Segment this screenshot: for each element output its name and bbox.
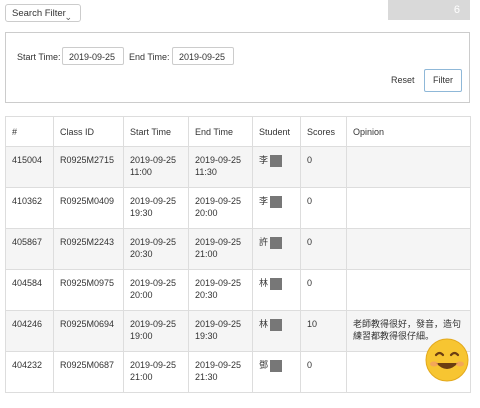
cell-start-time: 2019-09-25 19:30 (123, 187, 189, 229)
cell-class-id: R0925M0409 (53, 187, 124, 229)
cell-score: 0 (300, 351, 347, 393)
cell-opinion (346, 269, 471, 311)
cell-student: 李 (252, 146, 301, 188)
table-row[interactable]: 404246 R0925M0694 2019-09-25 19:00 2019-09-2… (5, 310, 471, 352)
table-header-row: # Class ID Start Time End Time Student S… (5, 116, 471, 147)
cell-student: 鄧 (252, 351, 301, 393)
header-class-id[interactable]: Class ID (53, 116, 124, 147)
cell-class-id: R0925M0975 (53, 269, 124, 311)
search-filter-button[interactable]: Search Filter ⌄ (5, 4, 81, 22)
cell-end-time: 2019-09-25 20:00 (188, 187, 253, 229)
table-row[interactable]: 405867 R0925M2243 2019-09-25 20:30 2019-09-2… (5, 228, 471, 270)
cell-end-time: 2019-09-25 21:00 (188, 228, 253, 270)
cell-student: 許 (252, 228, 301, 270)
table-row[interactable]: 404232 R0925M0687 2019-09-25 21:00 2019-09-2… (5, 351, 471, 393)
search-filter-label: Search Filter (12, 8, 66, 19)
cell-number: 410362 (5, 187, 54, 229)
cell-score: 0 (300, 187, 347, 229)
cell-end-time: 2019-09-25 11:30 (188, 146, 253, 188)
table-row[interactable]: 404584 R0925M0975 2019-09-25 20:00 2019-09-2… (5, 269, 471, 311)
cell-start-time: 2019-09-25 19:00 (123, 310, 189, 352)
redacted-name (270, 236, 283, 249)
header-number[interactable]: # (5, 116, 54, 147)
cell-number: 404246 (5, 310, 54, 352)
redacted-name (270, 359, 283, 372)
start-time-label: Start Time: (17, 52, 61, 62)
redacted-name (270, 277, 283, 290)
redacted-name (270, 195, 283, 208)
cell-student: 李 (252, 187, 301, 229)
cell-number: 415004 (5, 146, 54, 188)
class-records-table: # Class ID Start Time End Time Student S… (5, 116, 471, 393)
cell-score: 10 (300, 310, 347, 352)
cell-number: 404232 (5, 351, 54, 393)
start-time-input[interactable]: 2019-09-25 (62, 47, 124, 65)
cell-end-time: 2019-09-25 19:30 (188, 310, 253, 352)
table-row[interactable]: 410362 R0925M0409 2019-09-25 19:30 2019-09-2… (5, 187, 471, 229)
cell-number: 404584 (5, 269, 54, 311)
cell-start-time: 2019-09-25 21:00 (123, 351, 189, 393)
cell-class-id: R0925M0687 (53, 351, 124, 393)
cell-start-time: 2019-09-25 20:30 (123, 228, 189, 270)
table-row[interactable]: 415004 R0925M2715 2019-09-25 11:00 2019-09-2… (5, 146, 471, 188)
reset-button[interactable]: Reset (391, 75, 415, 85)
cell-class-id: R0925M2715 (53, 146, 124, 188)
header-end-time[interactable]: End Time (188, 116, 253, 147)
smiling-face-icon (425, 338, 469, 382)
cell-student: 林 (252, 310, 301, 352)
cell-student: 林 (252, 269, 301, 311)
filter-panel: Start Time: 2019-09-25 End Time: 2019-09… (5, 32, 470, 103)
header-student[interactable]: Student (252, 116, 301, 147)
cell-score: 0 (300, 269, 347, 311)
filter-button[interactable]: Filter (424, 69, 462, 92)
result-count: 6 (453, 4, 460, 16)
cell-opinion (346, 228, 471, 270)
cell-opinion (346, 187, 471, 229)
cell-start-time: 2019-09-25 20:00 (123, 269, 189, 311)
cell-end-time: 2019-09-25 20:30 (188, 269, 253, 311)
cell-class-id: R0925M2243 (53, 228, 124, 270)
cell-class-id: R0925M0694 (53, 310, 124, 352)
redacted-name (270, 154, 283, 167)
cell-opinion (346, 146, 471, 188)
cell-start-time: 2019-09-25 11:00 (123, 146, 189, 188)
header-start-time[interactable]: Start Time (123, 116, 189, 147)
result-count-badge: 6 (388, 0, 470, 20)
cell-number: 405867 (5, 228, 54, 270)
header-opinion[interactable]: Opinion (346, 116, 471, 147)
end-time-label: End Time: (129, 52, 170, 62)
redacted-name (270, 318, 283, 331)
cell-score: 0 (300, 228, 347, 270)
chevron-down-icon: ⌄ (64, 12, 72, 22)
cell-score: 0 (300, 146, 347, 188)
cell-end-time: 2019-09-25 21:30 (188, 351, 253, 393)
header-scores[interactable]: Scores (300, 116, 347, 147)
end-time-input[interactable]: 2019-09-25 (172, 47, 234, 65)
